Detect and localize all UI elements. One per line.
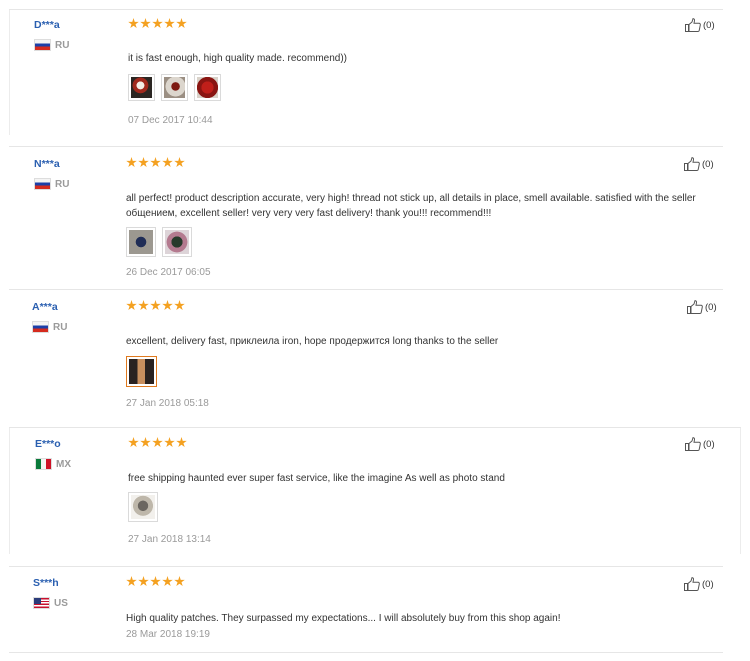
review-date: 27 Jan 2018 05:18 (126, 398, 209, 409)
like-button[interactable]: (0) (687, 300, 717, 314)
star-icon (128, 18, 139, 29)
star-icon (138, 300, 149, 311)
review-date: 07 Dec 2017 10:44 (128, 115, 213, 126)
review-photo-star-1[interactable] (126, 227, 156, 257)
review-date: 28 Mar 2018 19:19 (126, 629, 210, 640)
separator (9, 146, 723, 147)
review-photos (128, 492, 158, 522)
thumbs-up-icon (685, 18, 701, 32)
review-photo-patch-1[interactable] (128, 74, 155, 101)
separator (9, 289, 723, 290)
review-text: excellent, delivery fast, приклеила iron… (126, 336, 499, 347)
reviewer-name: E***o (35, 438, 61, 450)
review-photo-star-2[interactable] (162, 227, 192, 257)
star-icon (164, 18, 175, 29)
thumbs-up-icon (687, 300, 703, 314)
country-code: RU (55, 39, 70, 51)
review-photo-patch-pack[interactable] (128, 492, 158, 522)
review-border (740, 428, 741, 554)
star-icon (126, 300, 137, 311)
review-date: 26 Dec 2017 06:05 (126, 267, 211, 278)
star-icon (174, 300, 185, 311)
review-photo-jacket[interactable] (126, 356, 157, 387)
separator (9, 427, 741, 428)
like-button[interactable]: (0) (685, 437, 715, 451)
star-icon (128, 437, 139, 448)
like-button[interactable]: (0) (684, 157, 714, 171)
thumbs-up-icon (684, 577, 700, 591)
separator (9, 9, 723, 10)
reviewer-name: D***a (34, 19, 60, 31)
star-icon (174, 576, 185, 587)
review-photo-patch-3[interactable] (194, 74, 221, 101)
star-icon (152, 18, 163, 29)
review-date: 27 Jan 2018 13:14 (128, 534, 211, 545)
country-code: RU (53, 321, 68, 333)
star-rating (126, 576, 185, 587)
like-count: (0) (703, 438, 715, 450)
country-code: US (54, 597, 68, 609)
star-icon (150, 300, 161, 311)
star-icon (126, 157, 137, 168)
like-count: (0) (705, 301, 717, 313)
separator (9, 566, 723, 567)
star-icon (162, 157, 173, 168)
flag-icon (34, 178, 51, 190)
thumbs-up-icon (685, 437, 701, 451)
star-rating (128, 437, 187, 448)
review-photo-patch-2[interactable] (161, 74, 188, 101)
reviewer-country: US (33, 597, 68, 609)
like-count: (0) (702, 158, 714, 170)
separator (9, 652, 723, 653)
star-icon (162, 300, 173, 311)
review-border (9, 428, 10, 554)
reviewer-country: RU (32, 321, 67, 333)
star-icon (150, 576, 161, 587)
star-icon (150, 157, 161, 168)
reviewer-country: RU (34, 39, 69, 51)
reviewer-name: S***h (33, 577, 59, 589)
review-text: all perfect! product description accurat… (126, 193, 696, 219)
thumbs-up-icon (684, 157, 700, 171)
star-rating (126, 300, 185, 311)
review-border (9, 10, 10, 135)
star-icon (164, 437, 175, 448)
like-count: (0) (702, 578, 714, 590)
star-icon (140, 18, 151, 29)
star-icon (126, 576, 137, 587)
star-icon (174, 157, 185, 168)
review-photos (126, 227, 192, 257)
reviewer-name: A***a (32, 301, 58, 313)
star-rating (128, 18, 187, 29)
review-photos (126, 356, 157, 387)
flag-icon (35, 458, 52, 470)
star-icon (176, 18, 187, 29)
star-icon (162, 576, 173, 587)
review-text: High quality patches. They surpassed my … (126, 613, 561, 624)
reviewer-country: RU (34, 178, 69, 190)
star-icon (138, 576, 149, 587)
like-button[interactable]: (0) (685, 18, 715, 32)
like-count: (0) (703, 19, 715, 31)
country-code: MX (56, 458, 71, 470)
reviewer-country: MX (35, 458, 71, 470)
star-icon (176, 437, 187, 448)
star-icon (140, 437, 151, 448)
review-text: free shipping haunted ever super fast se… (128, 473, 505, 484)
like-button[interactable]: (0) (684, 577, 714, 591)
star-icon (152, 437, 163, 448)
flag-icon (32, 321, 49, 333)
reviewer-name: N***a (34, 158, 60, 170)
review-text: it is fast enough, high quality made. re… (128, 53, 347, 64)
flag-icon (34, 39, 51, 51)
review-photos (128, 74, 221, 101)
flag-icon (33, 597, 50, 609)
star-rating (126, 157, 185, 168)
country-code: RU (55, 178, 70, 190)
star-icon (138, 157, 149, 168)
